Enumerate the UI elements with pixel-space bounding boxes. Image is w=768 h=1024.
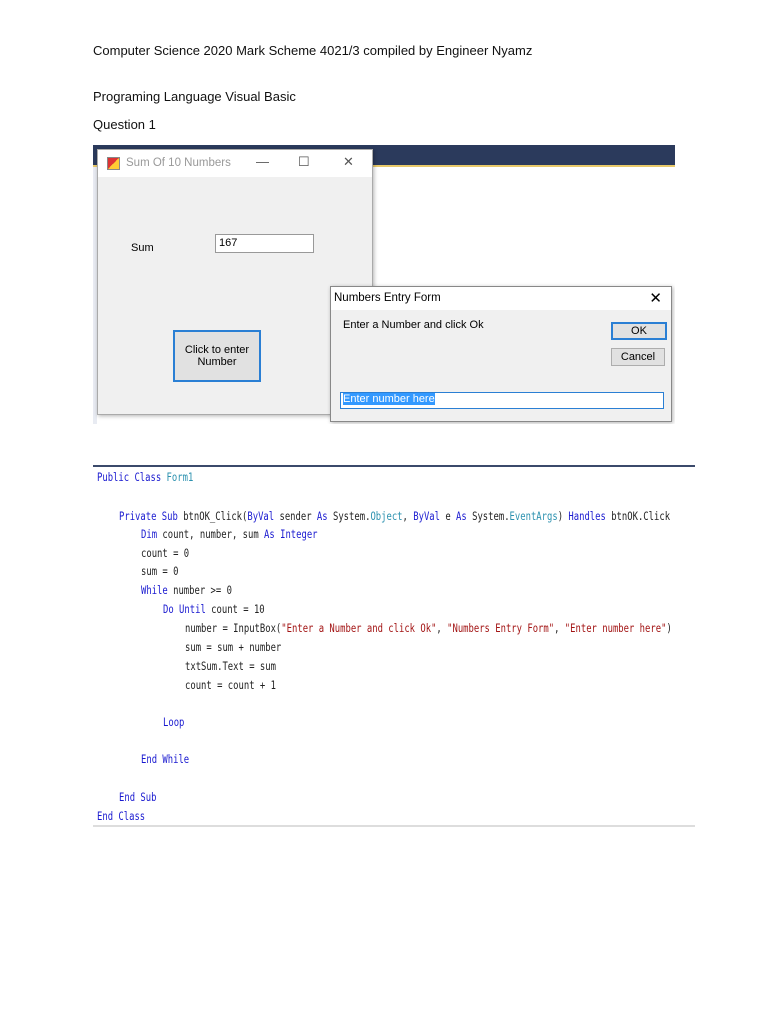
ok-button[interactable]: OK <box>611 322 667 340</box>
code-token: btnOK.Click <box>611 509 671 523</box>
code-token: count = 10 <box>211 602 265 616</box>
code-line: Private Sub btnOK_Click(ByVal sender As … <box>119 509 670 523</box>
app-icon <box>107 157 120 170</box>
maximize-icon[interactable]: ☐ <box>298 154 310 170</box>
code-token: Public Class <box>97 470 167 484</box>
code-token: txtSum.Text = sum <box>185 659 276 673</box>
enter-number-button[interactable]: Click to enter Number <box>173 330 261 382</box>
code-line: count = count + 1 <box>185 678 276 692</box>
numbers-entry-dialog: Numbers Entry Form ✕ Enter a Number and … <box>330 286 672 422</box>
minimize-icon[interactable]: — <box>256 154 269 169</box>
code-token: , <box>554 621 565 635</box>
sum-textbox[interactable]: 167 <box>215 234 314 253</box>
question-heading: Question 1 <box>93 117 156 132</box>
code-token: Handles <box>568 509 612 523</box>
code-line: sum = 0 <box>141 564 178 578</box>
code-token: System. <box>332 509 371 523</box>
sum-label: Sum <box>131 242 154 254</box>
code-token: As <box>456 509 473 523</box>
code-line: txtSum.Text = sum <box>185 659 276 673</box>
cancel-button[interactable]: Cancel <box>611 348 665 366</box>
code-line: End Class <box>97 809 145 823</box>
code-token: "Numbers Entry Form" <box>447 621 555 635</box>
document-header: Computer Science 2020 Mark Scheme 4021/3… <box>93 43 533 58</box>
code-token: Do Until <box>163 602 212 616</box>
code-line: While number >= 0 <box>141 583 232 597</box>
code-token: number = InputBox( <box>185 621 282 635</box>
code-token: End Sub <box>119 790 157 804</box>
code-line: End While <box>141 752 189 766</box>
code-token: "Enter number here" <box>564 621 667 635</box>
code-line: Do Until count = 10 <box>163 602 265 616</box>
code-line: count = 0 <box>141 546 189 560</box>
code-token: Private Sub <box>119 509 184 523</box>
dialog-title-bar: Numbers Entry Form ✕ <box>331 287 671 310</box>
code-token: , <box>436 621 448 635</box>
code-token: "Enter a Number and click Ok" <box>281 621 437 635</box>
code-token: ByVal <box>413 509 446 523</box>
code-token: ByVal <box>247 509 280 523</box>
code-token: count = count + 1 <box>185 678 276 692</box>
language-line: Programing Language Visual Basic <box>93 89 296 104</box>
code-token: EventArgs <box>509 509 558 523</box>
code-token: count, number, sum <box>162 527 265 541</box>
code-token: number >= 0 <box>173 583 232 597</box>
code-line: number = InputBox("Enter a Number and cl… <box>185 621 672 635</box>
code-token: sum = 0 <box>141 564 179 578</box>
code-token: End While <box>141 752 190 766</box>
code-token: Object <box>370 509 403 523</box>
code-token: End Class <box>97 809 146 823</box>
code-token: ) <box>666 621 672 635</box>
code-token: Loop <box>163 715 185 729</box>
code-token: While <box>141 583 174 597</box>
code-line: End Sub <box>119 790 156 804</box>
dialog-prompt: Enter a Number and click Ok <box>343 319 484 331</box>
code-line: Dim count, number, sum As Integer <box>141 527 318 541</box>
close-icon[interactable]: ✕ <box>649 289 662 307</box>
code-token: count = 0 <box>141 546 190 560</box>
code-token: btnOK_Click( <box>183 509 248 523</box>
form-title: Sum Of 10 Numbers <box>126 157 231 169</box>
close-icon[interactable]: ✕ <box>343 154 354 170</box>
code-token: e <box>445 509 457 523</box>
code-line: Public Class Form1 <box>97 470 193 484</box>
code-line: Loop <box>163 715 184 729</box>
code-token: As <box>316 509 333 523</box>
form-title-bar: Sum Of 10 Numbers — ☐ ✕ <box>98 150 372 177</box>
selected-input-text: Enter number here <box>343 393 435 405</box>
code-token: As Integer <box>264 527 318 541</box>
code-token: sum = sum + number <box>185 640 282 654</box>
code-token: Dim <box>141 527 163 541</box>
code-token: sender <box>279 509 317 523</box>
number-input[interactable]: Enter number here <box>340 392 664 409</box>
screenshot: Sum Of 10 Numbers — ☐ ✕ Sum 167 Click to… <box>93 145 675 424</box>
dialog-title: Numbers Entry Form <box>334 292 441 304</box>
code-token: Form1 <box>166 470 194 484</box>
code-token: ) <box>557 509 569 523</box>
code-listing: Public Class Form1 Private Sub btnOK_Clic… <box>93 465 695 827</box>
code-token: , <box>402 509 414 523</box>
code-token: System. <box>472 509 510 523</box>
code-line: sum = sum + number <box>185 640 281 654</box>
